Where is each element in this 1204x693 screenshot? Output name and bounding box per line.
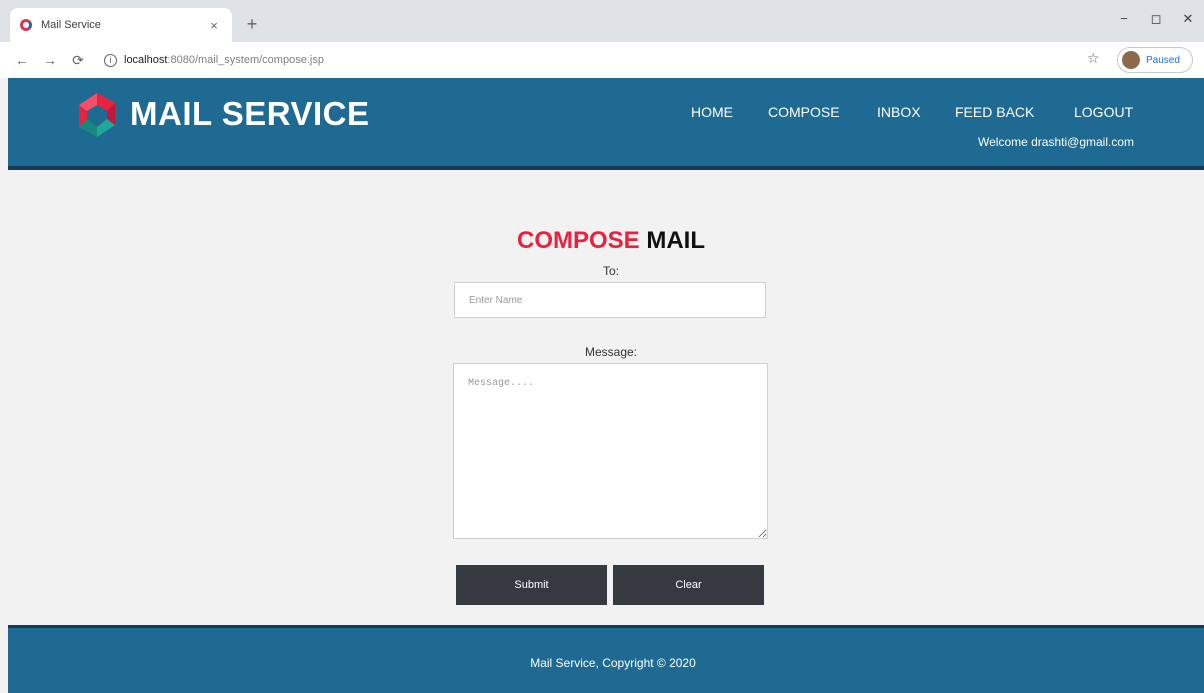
- page-title: COMPOSE MAIL: [0, 227, 1204, 255]
- submit-button[interactable]: Submit: [456, 565, 607, 605]
- message-label: Message:: [584, 345, 638, 359]
- profile-status: Paused: [1146, 54, 1180, 66]
- mail-service-logo-icon: [79, 93, 115, 137]
- browser-toolbar: ← → ⟳ i localhost:8080/mail_system/compo…: [0, 42, 1204, 78]
- message-textarea[interactable]: [453, 363, 768, 539]
- recipient-input[interactable]: [454, 282, 766, 318]
- address-bar[interactable]: i localhost:8080/mail_system/compose.jsp: [104, 47, 1084, 73]
- site-header: MAIL SERVICE HOME COMPOSE INBOX FEED BAC…: [8, 78, 1204, 170]
- back-arrow-icon[interactable]: ←: [10, 48, 34, 72]
- nav-logout[interactable]: LOGOUT: [1074, 104, 1133, 120]
- url-host: localhost: [124, 54, 168, 66]
- page-title-rest: MAIL: [639, 227, 705, 254]
- close-window-button[interactable]: ✕: [1172, 6, 1204, 32]
- window-controls: − ◻ ✕: [1108, 6, 1204, 32]
- site-favicon-icon: [20, 19, 32, 31]
- avatar: [1122, 51, 1140, 69]
- site-footer: Mail Service, Copyright © 2020: [8, 625, 1204, 693]
- page-title-accent: COMPOSE: [516, 227, 640, 254]
- reload-icon[interactable]: ⟳: [66, 48, 90, 72]
- tab-title: Mail Service: [41, 19, 101, 31]
- nav-compose[interactable]: COMPOSE: [768, 104, 840, 120]
- footer-copyright: Mail Service, Copyright © 2020: [530, 656, 696, 670]
- tab-close-icon[interactable]: ×: [206, 18, 222, 33]
- maximize-button[interactable]: ◻: [1140, 6, 1172, 32]
- browser-tab-strip: Mail Service × + − ◻ ✕: [0, 0, 1204, 42]
- nav-feedback[interactable]: FEED BACK: [955, 104, 1034, 120]
- forward-arrow-icon[interactable]: →: [38, 48, 62, 72]
- browser-tab[interactable]: Mail Service ×: [10, 8, 232, 42]
- minimize-button[interactable]: −: [1108, 6, 1140, 32]
- nav-inbox[interactable]: INBOX: [877, 104, 921, 120]
- profile-button[interactable]: Paused: [1117, 47, 1193, 73]
- brand-name[interactable]: MAIL SERVICE: [130, 95, 370, 133]
- url-path: :8080/mail_system/compose.jsp: [167, 54, 324, 66]
- bookmark-star-icon[interactable]: ☆: [1087, 50, 1100, 67]
- new-tab-button[interactable]: +: [240, 13, 264, 37]
- welcome-message: Welcome drashti@gmail.com: [978, 135, 1135, 149]
- nav-home[interactable]: HOME: [691, 104, 733, 120]
- clear-button[interactable]: Clear: [613, 565, 764, 605]
- site-info-icon[interactable]: i: [104, 53, 117, 67]
- to-label: To:: [602, 264, 619, 278]
